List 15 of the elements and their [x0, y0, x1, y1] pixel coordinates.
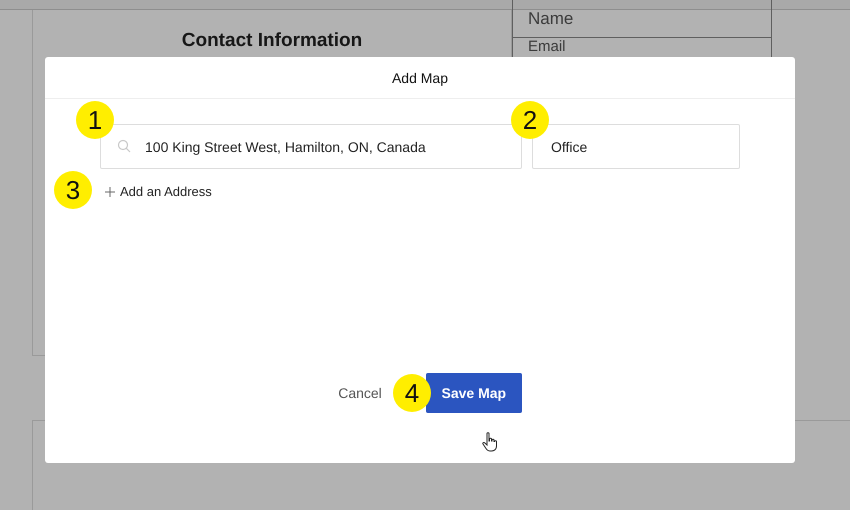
hand-cursor-icon: [482, 432, 498, 452]
section-heading: Contact Information: [182, 30, 362, 53]
save-button[interactable]: Save Map: [426, 373, 522, 413]
add-address-link[interactable]: Add an Address: [105, 184, 212, 199]
callout-badge: 2: [511, 101, 549, 139]
callout-badge: 1: [76, 101, 114, 139]
search-icon: [117, 139, 131, 153]
cancel-button[interactable]: Cancel: [338, 373, 382, 413]
callout-badge: 4: [393, 374, 431, 412]
field-label: Email: [527, 38, 567, 57]
callout-badge: 3: [54, 171, 92, 209]
field-label: Name: [513, 0, 771, 38]
plus-icon: [105, 186, 115, 196]
address-field[interactable]: 100 King Street West, Hamilton, ON, Canada: [100, 124, 522, 169]
dialog-title: Add Map: [392, 70, 448, 86]
